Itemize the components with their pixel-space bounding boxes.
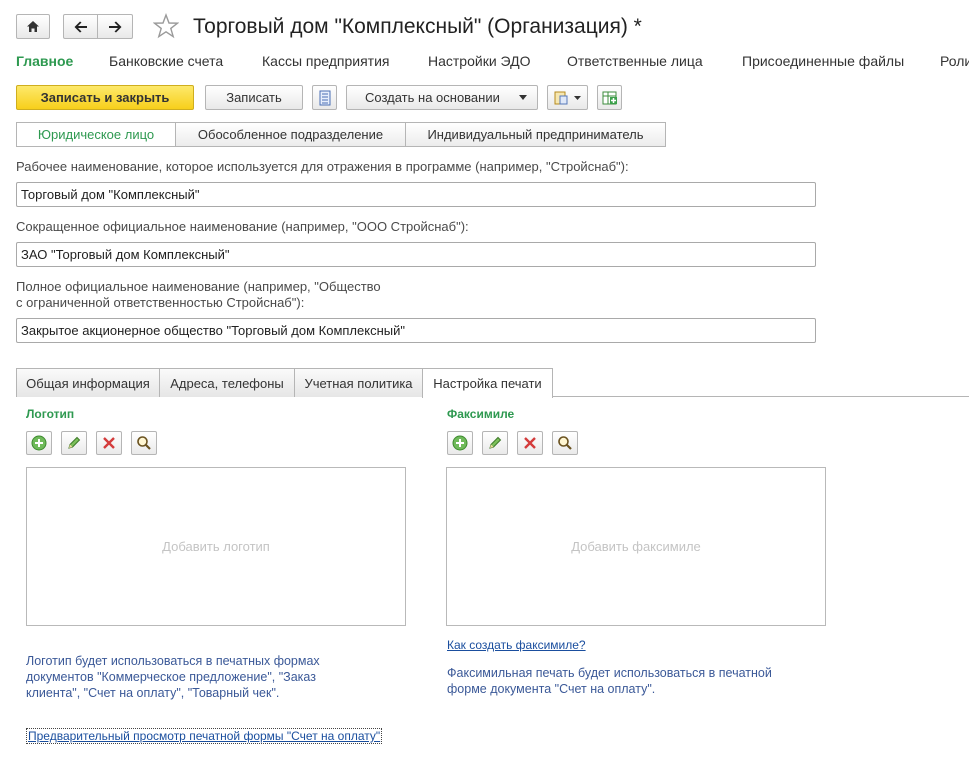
- add-table-icon: [602, 91, 617, 104]
- work-name-label: Рабочее наименование, которое использует…: [16, 159, 629, 174]
- arrow-right-icon: [109, 21, 122, 32]
- short-name-label: Сокращенное официальное наименование (на…: [16, 219, 469, 234]
- magnifier-icon: [137, 436, 151, 450]
- facsimile-note: Факсимильная печать будет использоваться…: [447, 665, 772, 697]
- section-main[interactable]: Главное: [16, 53, 73, 69]
- section-cash-desks[interactable]: Кассы предприятия: [262, 53, 390, 69]
- star-icon: [152, 13, 180, 39]
- tab-addresses-phones[interactable]: Адреса, телефоны: [159, 368, 295, 397]
- org-type-individual-entrepreneur[interactable]: Индивидуальный предприниматель: [405, 122, 666, 147]
- tab-print-settings[interactable]: Настройка печати: [422, 368, 553, 398]
- logo-group-title: Логотип: [26, 407, 75, 421]
- print-document-icon: [554, 91, 568, 104]
- short-name-input[interactable]: ЗАО "Торговый дом Комплексный": [16, 242, 816, 267]
- facsimile-note-line2: форме документа "Счет на оплату".: [447, 682, 656, 696]
- chevron-down-icon: [574, 95, 581, 100]
- delete-x-icon: [524, 437, 536, 449]
- section-roles[interactable]: Роли: [940, 53, 969, 69]
- logo-view-button[interactable]: [131, 431, 157, 455]
- facsimile-placeholder: Добавить факсимиле: [571, 539, 701, 554]
- full-name-label-line1: Полное официальное наименование (наприме…: [16, 279, 381, 294]
- create-based-on-label: Создать на основании: [365, 90, 500, 105]
- preview-print-form-link[interactable]: Предварительный просмотр печатной формы …: [26, 728, 383, 744]
- arrow-left-icon: [74, 21, 87, 32]
- logo-placeholder: Добавить логотип: [162, 539, 270, 554]
- favorite-star-button[interactable]: [152, 13, 180, 42]
- print-menu-button[interactable]: [547, 85, 588, 110]
- logo-image-area[interactable]: Добавить логотип: [26, 467, 406, 626]
- home-button[interactable]: [16, 14, 50, 39]
- logo-edit-button[interactable]: [61, 431, 87, 455]
- magnifier-icon: [558, 436, 572, 450]
- create-based-on-button[interactable]: Создать на основании: [346, 85, 538, 110]
- facsimile-note-line1: Факсимильная печать будет использоваться…: [447, 666, 772, 680]
- facsimile-add-button[interactable]: [447, 431, 473, 455]
- save-button[interactable]: Записать: [205, 85, 303, 110]
- window-title: Торговый дом "Комплексный" (Организация)…: [193, 15, 642, 38]
- section-attached-files[interactable]: Присоединенные файлы: [742, 53, 904, 69]
- report-button[interactable]: [312, 85, 337, 110]
- logo-note-line3: клиента", "Счет на оплату", "Товарный че…: [26, 686, 280, 700]
- logo-delete-button[interactable]: [96, 431, 122, 455]
- section-responsible-persons[interactable]: Ответственные лица: [567, 53, 703, 69]
- section-bank-accounts[interactable]: Банковские счета: [109, 53, 223, 69]
- work-name-input[interactable]: Торговый дом "Комплексный": [16, 182, 816, 207]
- logo-note-line2: документов "Коммерческое предложение", "…: [26, 670, 316, 684]
- tab-accounting-policy[interactable]: Учетная политика: [294, 368, 423, 397]
- logo-note-line1: Логотип будет использоваться в печатных …: [26, 654, 320, 668]
- logo-add-button[interactable]: [26, 431, 52, 455]
- plus-circle-icon: [31, 435, 47, 451]
- full-name-label-line2: с ограниченной ответственностью Стройсна…: [16, 295, 305, 310]
- facsimile-view-button[interactable]: [552, 431, 578, 455]
- back-button[interactable]: [63, 14, 98, 39]
- section-edo-settings[interactable]: Настройки ЭДО: [428, 53, 531, 69]
- tab-general-info[interactable]: Общая информация: [16, 368, 160, 397]
- org-type-separate-division[interactable]: Обособленное подразделение: [175, 122, 406, 147]
- facsimile-delete-button[interactable]: [517, 431, 543, 455]
- facsimile-group-title: Факсимиле: [447, 407, 515, 421]
- pencil-icon: [489, 436, 502, 449]
- how-to-create-facsimile-link[interactable]: Как создать факсимиле?: [447, 638, 586, 652]
- full-name-input[interactable]: Закрытое акционерное общество "Торговый …: [16, 318, 816, 343]
- add-table-button[interactable]: [597, 85, 622, 110]
- forward-button[interactable]: [98, 14, 133, 39]
- org-type-legal-entity[interactable]: Юридическое лицо: [16, 122, 176, 147]
- list-report-icon: [319, 90, 330, 105]
- pencil-icon: [68, 436, 81, 449]
- logo-note: Логотип будет использоваться в печатных …: [26, 653, 320, 701]
- chevron-down-icon: [519, 95, 527, 100]
- plus-circle-icon: [452, 435, 468, 451]
- delete-x-icon: [103, 437, 115, 449]
- save-and-close-button[interactable]: Записать и закрыть: [16, 85, 194, 110]
- facsimile-image-area[interactable]: Добавить факсимиле: [446, 467, 826, 626]
- home-icon: [27, 21, 39, 32]
- facsimile-edit-button[interactable]: [482, 431, 508, 455]
